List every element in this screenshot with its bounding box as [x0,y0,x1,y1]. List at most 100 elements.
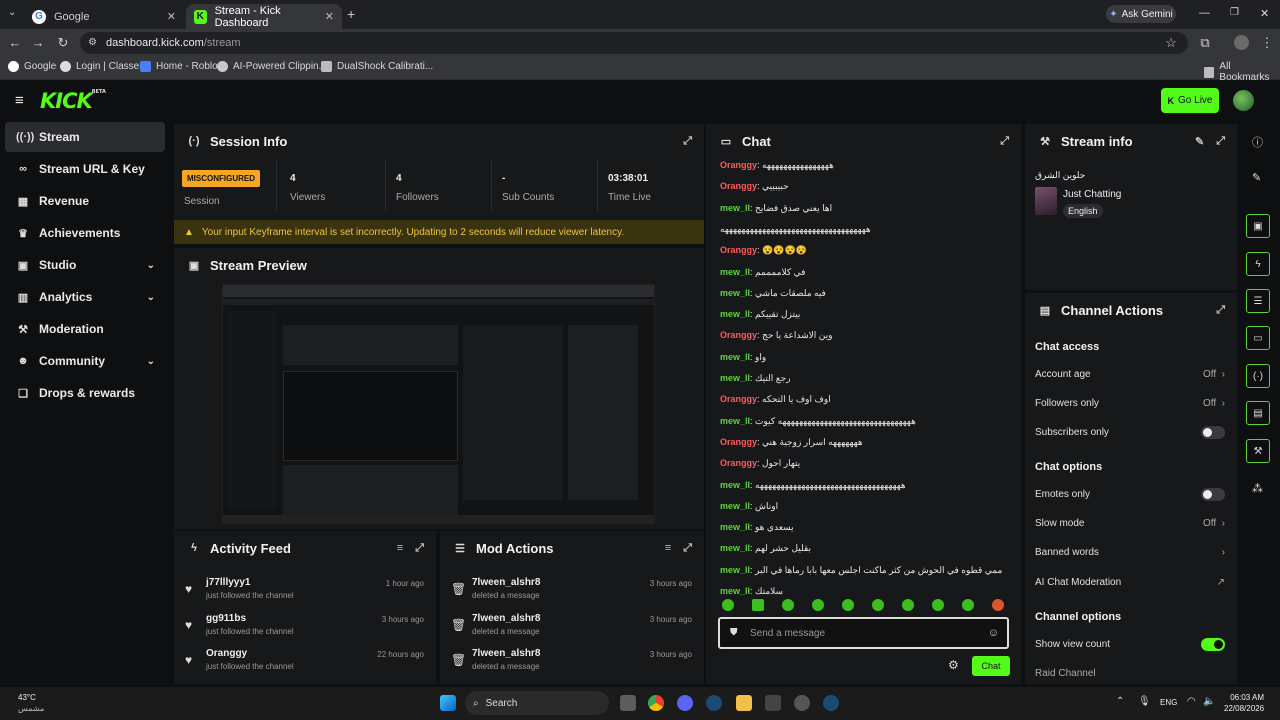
popout-icon[interactable]: ⤢ [1216,135,1225,148]
chat-username[interactable]: Oranggy [720,394,757,404]
widget-video-icon[interactable]: ▣ [1246,214,1270,238]
chat-username[interactable]: mew_ll [720,203,750,213]
emote-icon[interactable] [812,599,824,611]
followers-only-setting[interactable]: Followers only Off › [1035,398,1225,409]
site-info-icon[interactable]: ⚙ [88,32,97,54]
chat-username[interactable]: Oranggy [720,330,757,340]
chrome-icon[interactable] [648,695,664,711]
popout-icon[interactable]: ⤢ [683,135,692,148]
chat-username[interactable]: mew_ll [720,586,750,596]
chat-username[interactable]: Oranggy [720,160,757,170]
chat-username[interactable]: mew_ll [720,501,750,511]
popout-icon[interactable]: ⤢ [415,542,424,555]
wifi-icon[interactable]: ◠ [1187,696,1196,707]
chat-message-input[interactable]: ⛊ Send a message ☺ [718,617,1009,649]
popout-icon[interactable]: ⤢ [1216,304,1225,317]
bookmark-star-icon[interactable]: ☆ [1163,35,1179,51]
chat-username[interactable]: mew_ll [720,288,750,298]
windows-start-icon[interactable] [440,695,456,711]
kick-logo[interactable]: KICKBETA [40,89,106,113]
volume-icon[interactable]: 🔈 [1203,696,1215,707]
microphone-icon[interactable]: 🎙 [1138,696,1151,707]
ai-chat-moderation-setting[interactable]: AI Chat Moderation ↗ [1035,577,1225,588]
bookmark-roblox[interactable]: Home - Roblox [140,61,223,72]
edit-pencil-icon[interactable]: ✎ [1252,171,1261,184]
profile-avatar[interactable] [1234,35,1249,50]
widget-lightning-icon[interactable]: ϟ [1246,252,1270,276]
show-view-count-toggle[interactable] [1201,638,1225,651]
emote-icon[interactable] [752,599,764,611]
chat-username[interactable]: mew_ll [720,416,750,426]
sidebar-item-studio[interactable]: ▣ Studio ⌄ [5,250,165,280]
menu-kebab-icon[interactable]: ⋮ [1259,35,1275,51]
all-bookmarks[interactable]: All Bookmarks [1204,61,1280,83]
emote-icon[interactable] [962,599,974,611]
slow-mode-setting[interactable]: Slow mode Off › [1035,518,1225,529]
close-tab-icon[interactable]: ✕ [325,10,334,23]
url-input[interactable]: ⚙ dashboard.kick.com/stream [80,32,1188,54]
user-avatar[interactable] [1233,90,1254,111]
stream-preview-video[interactable] [222,284,655,524]
widget-broadcast-icon[interactable]: (·) [1246,364,1270,388]
discord-icon[interactable] [677,695,693,711]
emote-icon[interactable] [932,599,944,611]
emote-icon[interactable] [842,599,854,611]
chat-username[interactable]: mew_ll [720,352,750,362]
bookmark-dualshock[interactable]: DualShock Calibrati... [321,61,433,72]
emote-icon[interactable] [782,599,794,611]
chat-username[interactable]: mew_ll [720,480,750,490]
emote-icon[interactable] [872,599,884,611]
app-icon[interactable] [765,695,781,711]
back-icon[interactable]: ← [7,35,23,51]
hamburger-menu-icon[interactable]: ≡ [15,92,24,109]
filter-icon[interactable]: ≡ [397,542,403,555]
chat-username[interactable]: mew_ll [720,565,750,575]
app-icon[interactable] [794,695,810,711]
tab-search-button[interactable]: ⌄ [8,7,16,18]
file-explorer-icon[interactable] [736,695,752,711]
minimize-icon[interactable]: — [1199,7,1210,19]
sidebar-item-drops-rewards[interactable]: ❏ Drops & rewards [5,378,165,408]
sidebar-item-stream-url-key[interactable]: ∞ Stream URL & Key [5,154,165,184]
info-icon[interactable]: ⓘ [1252,134,1263,150]
sidebar-item-revenue[interactable]: ▦ Revenue [5,186,165,216]
raid-channel-setting[interactable]: Raid Channel [1035,668,1225,679]
emote-icon[interactable] [902,599,914,611]
chat-username[interactable]: mew_ll [720,309,750,319]
chat-username[interactable]: mew_ll [720,522,750,532]
weather-widget[interactable]: 43°C مشمس [18,692,44,714]
close-tab-icon[interactable]: ✕ [167,10,176,23]
show-hidden-icons[interactable]: ⌃ [1116,696,1124,707]
language-indicator[interactable]: ENG [1160,698,1177,707]
bookmark-classera[interactable]: Login | Classera [60,61,148,72]
sidebar-item-community[interactable]: ☻ Community ⌄ [5,346,165,376]
steam-icon[interactable] [706,695,722,711]
ask-gemini-button[interactable]: ✦ Ask Gemini [1106,5,1176,23]
new-tab-button[interactable]: + [347,6,355,22]
chat-username[interactable]: mew_ll [720,373,750,383]
chat-username[interactable]: Oranggy [720,245,757,255]
taskbar-search[interactable]: ⌕ Search [465,691,609,715]
task-view-icon[interactable] [620,695,636,711]
chat-username[interactable]: mew_ll [720,267,750,277]
forward-icon[interactable]: → [30,35,46,51]
edit-pencil-icon[interactable]: ✎ [1195,135,1204,148]
widget-list-icon[interactable]: ☰ [1246,289,1270,313]
widget-wrench-icon[interactable]: ⚒ [1246,439,1270,463]
filter-icon[interactable]: ≡ [665,542,671,555]
chat-username[interactable]: mew_ll [720,543,750,553]
tab-google[interactable]: G Google ✕ [24,4,184,29]
chat-username[interactable]: Oranggy [720,181,757,191]
widget-actions-icon[interactable]: ▤ [1246,401,1270,425]
subscribers-only-toggle[interactable] [1201,426,1225,439]
popout-icon[interactable]: ⤢ [683,542,692,555]
go-live-button[interactable]: K Go Live [1161,88,1219,113]
sidebar-item-analytics[interactable]: ▥ Analytics ⌄ [5,282,165,312]
sidebar-item-moderation[interactable]: ⚒ Moderation [5,314,165,344]
clock[interactable]: 06:03 AM 22/08/2026 [1224,692,1264,714]
bookmark-clipping[interactable]: AI-Powered Clippin... [217,61,327,72]
banned-words-setting[interactable]: Banned words › [1035,547,1225,558]
popout-icon[interactable]: ⤢ [1000,135,1009,148]
extensions-icon[interactable]: ⧉ [1197,35,1213,51]
chat-send-button[interactable]: Chat [972,656,1010,676]
